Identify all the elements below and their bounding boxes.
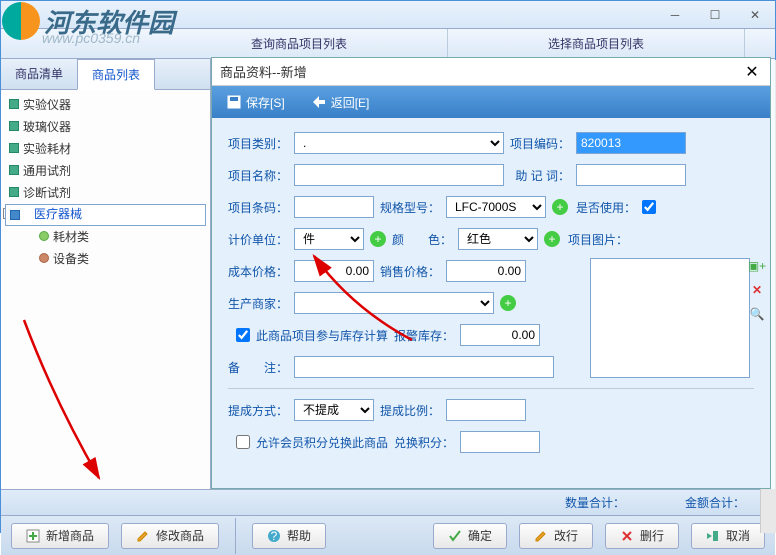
label-alarm: 报警库存： xyxy=(394,327,454,344)
zoom-image-icon[interactable]: 🔍 xyxy=(749,306,765,322)
select-manufacturer[interactable] xyxy=(294,292,494,314)
back-icon xyxy=(311,94,327,110)
input-alarm[interactable] xyxy=(460,324,540,346)
label-color: 颜 色： xyxy=(392,231,452,248)
cancel-button[interactable]: 取消 xyxy=(691,523,765,549)
check-icon xyxy=(448,529,462,543)
tree-node-lab-consumables[interactable]: 实验耗材 xyxy=(5,138,206,160)
label-unit: 计价单位： xyxy=(228,231,288,248)
form-divider xyxy=(228,388,754,389)
tree-node-consumables[interactable]: 耗材类 xyxy=(35,226,206,248)
tree-node-lab-instruments[interactable]: 实验仪器 xyxy=(5,94,206,116)
add-color-icon[interactable]: + xyxy=(544,231,560,247)
select-commission[interactable]: 不提成 xyxy=(294,399,374,421)
product-add-dialog: 商品资料--新增 ✕ 保存[S] 返回[E] 项目类别： . 项目编码： xyxy=(211,57,771,489)
label-manufacturer: 生产商家： xyxy=(228,295,288,312)
footer-amount-label: 金额合计： xyxy=(655,494,775,511)
input-code[interactable] xyxy=(576,132,686,154)
label-spec: 规格型号： xyxy=(380,199,440,216)
tab-product-items[interactable]: 商品列表 xyxy=(77,59,155,90)
label-cost: 成本价格： xyxy=(228,263,288,280)
category-tree: 实验仪器 玻璃仪器 实验耗材 通用试剂 诊断试剂 - 医疗器械 耗材类 设备类 xyxy=(1,90,210,489)
checkbox-stock[interactable] xyxy=(236,328,250,342)
dialog-close-button[interactable]: ✕ xyxy=(742,62,762,82)
select-category[interactable]: . xyxy=(294,132,504,154)
add-product-button[interactable]: 新增商品 xyxy=(11,523,109,549)
checkbox-points[interactable] xyxy=(236,435,250,449)
tree-node-medical-devices[interactable]: 医疗器械 xyxy=(5,204,206,226)
label-image: 项目图片： xyxy=(566,231,628,248)
footer-qty-label: 数量合计： xyxy=(535,494,655,511)
add-unit-icon[interactable]: + xyxy=(370,231,386,247)
header-tab-query[interactable]: 查询商品项目列表 xyxy=(151,29,448,58)
header-tabs: 查询商品项目列表 选择商品项目列表 xyxy=(1,29,775,59)
tree-node-general-reagents[interactable]: 通用试剂 xyxy=(5,160,206,182)
label-name: 项目名称： xyxy=(228,167,288,184)
tree-node-diagnostic-reagents[interactable]: 诊断试剂 xyxy=(5,182,206,204)
label-ratio: 提成比例： xyxy=(380,402,440,419)
input-price[interactable] xyxy=(446,260,526,282)
label-points: 兑换积分： xyxy=(394,434,454,451)
window-title-bar: ─ ☐ ✕ xyxy=(1,1,775,29)
label-code: 项目编码： xyxy=(510,135,570,152)
label-price: 销售价格： xyxy=(380,263,440,280)
input-mnemonic[interactable] xyxy=(576,164,686,186)
header-tab-select[interactable]: 选择商品项目列表 xyxy=(448,29,745,58)
checkbox-enabled[interactable] xyxy=(642,200,656,214)
label-enabled: 是否使用： xyxy=(574,199,636,216)
add-spec-icon[interactable]: + xyxy=(552,199,568,215)
add-image-icon[interactable]: ▣+ xyxy=(749,258,765,274)
select-unit[interactable]: 件 xyxy=(294,228,364,250)
back-button[interactable]: 返回[E] xyxy=(305,90,376,115)
svg-text:?: ? xyxy=(271,529,278,543)
edit-icon xyxy=(136,529,150,543)
modify-row-button[interactable]: 改行 xyxy=(519,523,593,549)
help-icon: ? xyxy=(267,529,281,543)
label-points-exchange: 允许会员积分兑换此商品 xyxy=(256,434,388,451)
add-icon xyxy=(26,529,40,543)
select-spec[interactable]: LFC-7000S xyxy=(446,196,546,218)
remove-image-icon[interactable]: ✕ xyxy=(749,282,765,298)
label-remark: 备 注： xyxy=(228,359,288,376)
input-name[interactable] xyxy=(294,164,504,186)
dialog-title: 商品资料--新增 xyxy=(220,62,742,81)
label-commission: 提成方式： xyxy=(228,402,288,419)
label-mnemonic: 助 记 词： xyxy=(510,167,570,184)
label-barcode: 项目条码： xyxy=(228,199,288,216)
tab-product-list[interactable]: 商品清单 xyxy=(1,59,77,89)
tree-node-equipment[interactable]: 设备类 xyxy=(35,248,206,270)
minimize-button[interactable]: ─ xyxy=(655,2,695,28)
close-window-button[interactable]: ✕ xyxy=(735,2,775,28)
input-points[interactable] xyxy=(460,431,540,453)
label-stock-calc: 此商品项目参与库存计算 xyxy=(256,327,388,344)
image-preview-panel xyxy=(590,258,750,378)
button-separator xyxy=(235,518,236,554)
input-remark[interactable] xyxy=(294,356,554,378)
ok-button[interactable]: 确定 xyxy=(433,523,507,549)
edit-product-button[interactable]: 修改商品 xyxy=(121,523,219,549)
delete-row-button[interactable]: 删行 xyxy=(605,523,679,549)
input-barcode[interactable] xyxy=(294,196,374,218)
label-category: 项目类别： xyxy=(228,135,288,152)
delete-icon xyxy=(620,529,634,543)
save-icon xyxy=(226,94,242,110)
cancel-icon xyxy=(706,529,720,543)
modify-icon xyxy=(534,529,548,543)
tree-node-glass-instruments[interactable]: 玻璃仪器 xyxy=(5,116,206,138)
help-button[interactable]: ? 帮助 xyxy=(252,523,326,549)
maximize-button[interactable]: ☐ xyxy=(695,2,735,28)
input-ratio[interactable] xyxy=(446,399,526,421)
save-button[interactable]: 保存[S] xyxy=(220,90,291,115)
add-manufacturer-icon[interactable]: + xyxy=(500,295,516,311)
input-cost[interactable] xyxy=(294,260,374,282)
select-color[interactable]: 红色 xyxy=(458,228,538,250)
